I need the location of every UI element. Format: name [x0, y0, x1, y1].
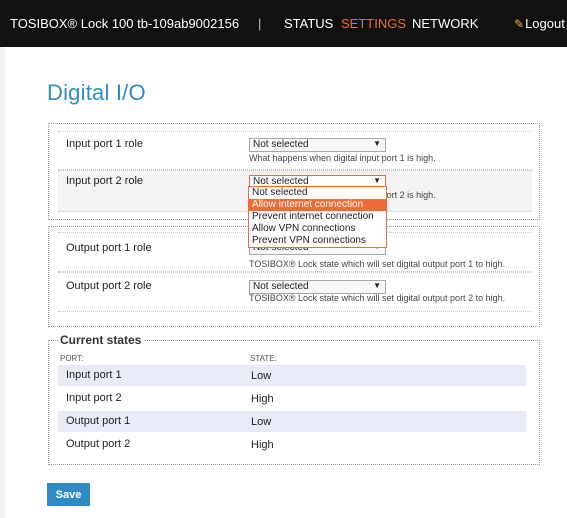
state-row: Input port 1 Low [58, 365, 526, 386]
output-port-1-help: TOSIBOX® Lock state which will set digit… [249, 259, 506, 269]
state-row: Input port 2 High [58, 388, 526, 409]
input-port-1-help: What happens when digital input port 1 i… [249, 153, 436, 163]
state-port: Output port 2 [66, 438, 131, 450]
nav-settings[interactable]: SETTINGS [341, 16, 406, 31]
nav-separator: | [258, 16, 262, 31]
input-port-1-value: Not selected [253, 139, 309, 150]
state-column-header: STATE: [250, 354, 277, 363]
state-row: Output port 1 Low [58, 411, 526, 432]
nav-network[interactable]: NETWORK [412, 16, 478, 31]
input-port-1-row: Input port 1 role Not selected ▼ What ha… [58, 131, 532, 170]
state-value: Low [251, 370, 272, 382]
input-port-1-select[interactable]: Not selected ▼ [249, 138, 386, 152]
port-column-header: PORT: [60, 354, 84, 363]
output-port-2-label: Output port 2 role [66, 280, 152, 292]
current-states-title: Current states [58, 333, 145, 347]
logout-link[interactable]: ✎Logout [514, 16, 565, 31]
dropdown-option[interactable]: Prevent VPN connections [249, 235, 386, 247]
logout-label: Logout [525, 16, 565, 31]
state-value: Low [251, 416, 272, 428]
state-row: Output port 2 High [58, 434, 526, 455]
page-title: Digital I/O [47, 80, 146, 105]
state-port: Input port 2 [66, 392, 122, 404]
input-port-2-dropdown-list: Not selected Allow internet connection P… [248, 186, 387, 248]
nav-status[interactable]: STATUS [284, 16, 333, 31]
dropdown-arrow-icon: ▼ [373, 281, 381, 290]
dropdown-option[interactable]: Allow VPN connections [249, 223, 386, 235]
output-port-2-row: Output port 2 role Not selected ▼ TOSIBO… [58, 272, 532, 312]
input-port-1-label: Input port 1 role [66, 138, 144, 150]
dropdown-option[interactable]: Prevent internet connection [249, 211, 386, 223]
state-value: High [251, 439, 274, 451]
save-button[interactable]: Save [47, 483, 90, 506]
device-title: TOSIBOX® Lock 100 tb-109ab9002156 [10, 16, 240, 31]
dropdown-option-highlighted[interactable]: Allow internet connection [249, 199, 386, 211]
state-port: Input port 1 [66, 369, 122, 381]
output-port-1-label: Output port 1 role [66, 242, 152, 254]
dropdown-arrow-icon: ▼ [373, 139, 381, 148]
output-port-2-value: Not selected [253, 281, 309, 292]
output-port-2-help: TOSIBOX® Lock state which will set digit… [249, 293, 506, 303]
state-value: High [251, 393, 274, 405]
top-bar: TOSIBOX® Lock 100 tb-109ab9002156 | STAT… [0, 0, 567, 47]
state-port: Output port 1 [66, 415, 131, 427]
page-edge [0, 47, 5, 518]
dropdown-option[interactable]: Not selected [249, 187, 386, 199]
pencil-icon: ✎ [514, 17, 525, 31]
output-port-2-select[interactable]: Not selected ▼ [249, 280, 386, 294]
input-port-2-label: Input port 2 role [66, 175, 144, 187]
